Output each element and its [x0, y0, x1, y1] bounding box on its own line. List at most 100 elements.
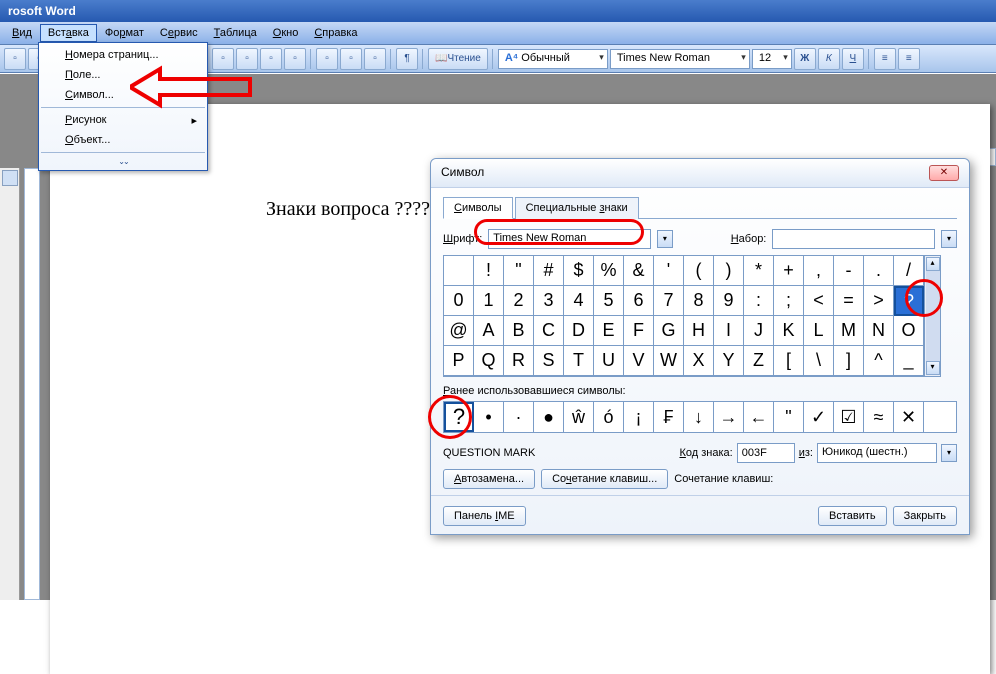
symbol-cell[interactable]: G	[654, 316, 684, 346]
recent-symbol-cell[interactable]: ✓	[804, 402, 834, 432]
symbol-cell[interactable]: 8	[684, 286, 714, 316]
menu-view[interactable]: Вид	[4, 24, 40, 42]
symbol-cell[interactable]: ]	[834, 346, 864, 376]
symbol-cell[interactable]: F	[624, 316, 654, 346]
symbol-cell[interactable]: C	[534, 316, 564, 346]
menu-item-object[interactable]: Объект...	[41, 130, 205, 150]
symbol-cell[interactable]: *	[744, 256, 774, 286]
symbol-cell[interactable]: !	[474, 256, 504, 286]
symbol-cell[interactable]: U	[594, 346, 624, 376]
align-btn[interactable]: ≡	[874, 48, 896, 70]
size-dropdown[interactable]: 12	[752, 49, 792, 69]
symbol-cell[interactable]: ,	[804, 256, 834, 286]
menu-table[interactable]: Таблица	[206, 24, 265, 42]
align-btn[interactable]: ≡	[898, 48, 920, 70]
symbol-cell[interactable]: (	[684, 256, 714, 286]
symbol-cell[interactable]: N	[864, 316, 894, 346]
symbol-cell[interactable]: H	[684, 316, 714, 346]
recent-symbol-cell[interactable]: ŵ	[564, 402, 594, 432]
from-combo[interactable]: Юникод (шестн.)	[817, 443, 937, 463]
scroll-down-icon[interactable]: ▾	[926, 361, 940, 375]
symbol-cell[interactable]: W	[654, 346, 684, 376]
symbol-cell[interactable]: -	[834, 256, 864, 286]
symbol-cell[interactable]: "	[504, 256, 534, 286]
symbol-cell[interactable]: [	[774, 346, 804, 376]
menu-item-page-numbers[interactable]: Номера страниц...	[41, 45, 205, 65]
symbol-cell[interactable]: 2	[504, 286, 534, 316]
symbol-cell[interactable]: 0	[444, 286, 474, 316]
symbol-cell[interactable]: E	[594, 316, 624, 346]
toolbar-btn[interactable]: ¶	[396, 48, 418, 70]
recent-symbol-cell[interactable]: ≈	[864, 402, 894, 432]
symbol-cell[interactable]: Z	[744, 346, 774, 376]
font-dropdown[interactable]: Times New Roman	[610, 49, 750, 69]
recent-symbol-cell[interactable]: ↓	[684, 402, 714, 432]
bold-btn[interactable]: Ж	[794, 48, 816, 70]
symbol-cell[interactable]: %	[594, 256, 624, 286]
menu-insert[interactable]: Вставка	[40, 24, 97, 42]
recent-symbol-cell[interactable]: ☑	[834, 402, 864, 432]
recent-symbol-cell[interactable]: "	[774, 402, 804, 432]
symbol-scrollbar[interactable]: ▴ ▾	[925, 255, 941, 377]
symbol-cell[interactable]: P	[444, 346, 474, 376]
symbol-cell[interactable]: J	[744, 316, 774, 346]
toolbar-btn[interactable]: ▫	[284, 48, 306, 70]
scroll-up-icon[interactable]: ▴	[926, 257, 940, 271]
menu-window[interactable]: Окно	[265, 24, 307, 42]
symbol-cell[interactable]: 3	[534, 286, 564, 316]
recent-symbol-cell[interactable]: ←	[744, 402, 774, 432]
symbol-cell[interactable]: ;	[774, 286, 804, 316]
symbol-cell[interactable]: 5	[594, 286, 624, 316]
font-combo-btn[interactable]: ▾	[657, 230, 673, 248]
insert-button[interactable]: Вставить	[818, 506, 887, 526]
symbol-cell[interactable]: \	[804, 346, 834, 376]
ime-panel-button[interactable]: Панель IME	[443, 506, 526, 526]
autocorrect-button[interactable]: Автозамена...	[443, 469, 535, 489]
symbol-cell[interactable]: 1	[474, 286, 504, 316]
toolbar-btn[interactable]: ▫	[364, 48, 386, 70]
symbol-cell[interactable]: D	[564, 316, 594, 346]
symbol-cell[interactable]: 7	[654, 286, 684, 316]
symbol-cell[interactable]: &	[624, 256, 654, 286]
symbol-cell[interactable]: L	[804, 316, 834, 346]
code-input[interactable]	[737, 443, 795, 463]
from-combo-btn[interactable]: ▾	[941, 444, 957, 462]
symbol-cell[interactable]: B	[504, 316, 534, 346]
recent-symbol-cell[interactable]: •	[474, 402, 504, 432]
toolbar-btn[interactable]: ▫	[316, 48, 338, 70]
symbol-cell[interactable]: .	[864, 256, 894, 286]
tab-special[interactable]: Специальные знаки	[515, 197, 639, 219]
font-combo[interactable]: Times New Roman	[488, 229, 651, 249]
recent-symbol-cell[interactable]: ·	[504, 402, 534, 432]
recent-symbol-cell[interactable]: ?	[444, 402, 474, 432]
set-combo-btn[interactable]: ▾	[941, 230, 957, 248]
underline-btn[interactable]: Ч	[842, 48, 864, 70]
symbol-cell[interactable]: <	[804, 286, 834, 316]
recent-symbol-cell[interactable]: →	[714, 402, 744, 432]
menu-service[interactable]: Сервис	[152, 24, 206, 42]
menu-item-picture[interactable]: Рисунок ▸	[41, 110, 205, 130]
shortcut-button[interactable]: Сочетание клавиш...	[541, 469, 668, 489]
toolbar-btn[interactable]: ▫	[340, 48, 362, 70]
menu-help[interactable]: Справка	[306, 24, 365, 42]
symbol-cell[interactable]: ^	[864, 346, 894, 376]
symbol-cell[interactable]: I	[714, 316, 744, 346]
symbol-cell[interactable]: T	[564, 346, 594, 376]
symbol-cell[interactable]: '	[654, 256, 684, 286]
menu-expander[interactable]: ⌄⌄	[41, 155, 205, 168]
close-icon[interactable]: ✕	[929, 165, 959, 181]
symbol-cell[interactable]	[444, 256, 474, 286]
symbol-cell[interactable]: @	[444, 316, 474, 346]
symbol-cell[interactable]: 6	[624, 286, 654, 316]
recent-symbol-cell[interactable]: ✕	[894, 402, 924, 432]
symbol-cell[interactable]: X	[684, 346, 714, 376]
symbol-cell[interactable]: $	[564, 256, 594, 286]
symbol-cell[interactable]: S	[534, 346, 564, 376]
symbol-cell[interactable]: =	[834, 286, 864, 316]
symbol-cell[interactable]: :	[744, 286, 774, 316]
menu-format[interactable]: Формат	[97, 24, 152, 42]
symbol-cell[interactable]: 4	[564, 286, 594, 316]
symbol-cell[interactable]: O	[894, 316, 924, 346]
symbol-cell[interactable]: R	[504, 346, 534, 376]
toolbar-btn[interactable]: ▫	[260, 48, 282, 70]
